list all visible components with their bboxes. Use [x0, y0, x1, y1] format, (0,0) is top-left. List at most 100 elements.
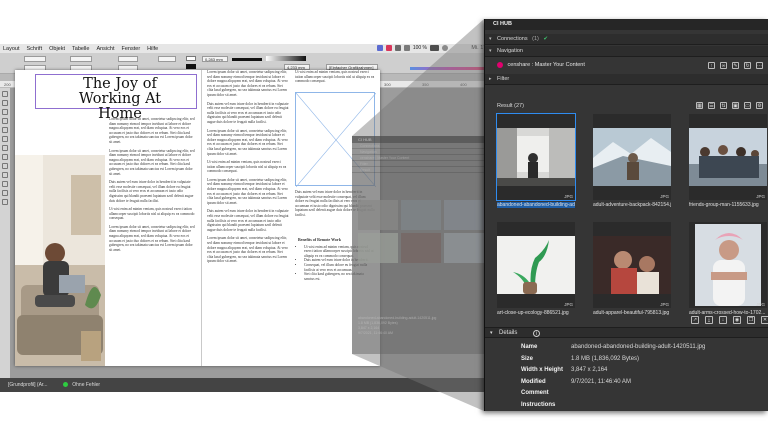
menu-schrift[interactable]: Schrift	[27, 46, 43, 52]
settings-icon[interactable]: ⚙	[756, 102, 763, 109]
file-ext: JPG	[756, 302, 765, 307]
menu-ansicht[interactable]: Ansicht	[96, 46, 114, 52]
ghost-thumb	[444, 200, 484, 230]
ghost-thumb	[401, 200, 441, 230]
paragraph: Lorem ipsum dolor sit amet, consetetur s…	[207, 128, 288, 156]
grid-view-icon[interactable]: ▦	[696, 102, 703, 109]
menu-objekt[interactable]: Objekt	[49, 46, 65, 52]
user-icon[interactable]: ◉	[733, 316, 741, 324]
sort-icon[interactable]: ⇅	[720, 102, 727, 109]
upload-icon[interactable]: ↑	[708, 62, 715, 69]
direct-selection-tool-icon[interactable]	[2, 100, 8, 106]
selection-tool-icon[interactable]	[2, 91, 8, 97]
pen-tool-icon[interactable]	[2, 127, 8, 133]
tray-app-icon[interactable]	[376, 45, 383, 51]
stroke-weight-field[interactable]: 0,283 mm	[202, 56, 228, 62]
gradient-bar[interactable]	[266, 56, 306, 61]
scissors-tool-icon[interactable]	[2, 172, 8, 178]
result-count: (27)	[514, 103, 524, 109]
line-tool-icon[interactable]	[2, 145, 8, 151]
x-field[interactable]	[24, 56, 46, 62]
more-icon[interactable]: ⋯	[756, 62, 763, 69]
paragraph: Duis autem vel eum iriure dolor in hendr…	[109, 180, 194, 203]
info-icon[interactable]: i	[533, 330, 540, 337]
asset-thumb-frame[interactable]: JPG	[593, 114, 671, 200]
right-body-column-2[interactable]: Ut wisi enim ad minim veniam, quis nostr…	[295, 70, 375, 88]
asset-tile[interactable]: JPG friends-group-man-1155633.jpg	[689, 114, 767, 208]
details-table: Name abandoned-abandoned-building-adult-1…	[521, 342, 761, 411]
select-all-icon[interactable]: ▣	[732, 102, 739, 109]
asset-thumb-frame[interactable]: JPG	[496, 113, 576, 201]
details-section[interactable]: ▾ Details i	[485, 327, 768, 338]
refresh-icon[interactable]: ↻	[744, 62, 751, 69]
width-field[interactable]	[70, 56, 92, 62]
type-tool-icon[interactable]	[2, 118, 8, 124]
asset-thumbnail	[689, 128, 767, 186]
search-icon[interactable]	[442, 45, 448, 51]
left-body-column[interactable]: Lorem ipsum dolor sit amet, consetetur s…	[109, 117, 196, 256]
expand-chevron-icon: ▸	[489, 76, 492, 82]
nav-item-censhare[interactable]: censhare : Master Your Content ↑ ∞ ✎ ↻ ⋯	[485, 58, 768, 72]
tray-wifi-icon[interactable]	[403, 45, 410, 51]
menu-bar: Layout Schrift Objekt Tabelle Ansicht Fe…	[0, 44, 498, 53]
tray-cc-icon[interactable]	[385, 45, 392, 51]
page-selector[interactable]: [Grundprofil] (Ar...	[8, 382, 47, 388]
menu-tabelle[interactable]: Tabelle	[72, 46, 89, 52]
detail-key: Instructions	[521, 401, 556, 408]
result-label: Result	[497, 103, 513, 109]
filter-section[interactable]: ▸ Filter	[485, 74, 768, 85]
menu-hilfe[interactable]: Hilfe	[147, 46, 158, 52]
asset-filename: art-close-up-ecology-886521.jpg	[497, 310, 569, 316]
rectangle-tool-icon[interactable]	[2, 163, 8, 169]
asset-tile[interactable]: JPG adult-apparel-beautiful-795813.jpg	[593, 222, 671, 316]
asset-tile[interactable]: JPG art-close-up-ecology-886521.jpg	[497, 222, 575, 316]
ghost-detail-modified: 9/7/2021, 11:46:40 AM	[358, 331, 393, 335]
link-icon[interactable]: ∞	[720, 62, 727, 69]
thumb-size-icon[interactable]: ▭	[744, 102, 751, 109]
ghost-thumb	[444, 233, 484, 263]
connected-check-icon: ✔	[543, 36, 548, 42]
ruler-tick: 200	[4, 82, 11, 87]
zoom-tool-icon[interactable]	[2, 199, 8, 205]
connections-section[interactable]: ▾ Connections (1) ✔	[485, 34, 768, 45]
list-view-icon[interactable]: ☰	[708, 102, 715, 109]
page-tool-icon[interactable]	[2, 109, 8, 115]
photo-illustration	[15, 155, 105, 366]
rotate-field[interactable]	[158, 56, 176, 62]
paragraph: Ut wisi enim ad minim veniam, quis nostr…	[109, 207, 195, 221]
download-icon[interactable]: ↓	[719, 316, 727, 324]
rectangle-frame-tool-icon[interactable]	[2, 154, 8, 160]
asset-thumb-frame[interactable]: JPG	[689, 114, 767, 200]
place-icon[interactable]: ⤓	[705, 316, 713, 324]
ruler-tick: 400	[460, 82, 467, 87]
preflight-status[interactable]: Ohne Fehler	[72, 382, 100, 388]
asset-tile[interactable]: JPG adult-adventure-backpack-842154.jpg	[593, 114, 671, 208]
menu-fenster[interactable]: Fenster	[122, 46, 141, 52]
stroke-style-bar[interactable]	[232, 58, 262, 61]
battery-icon[interactable]	[430, 45, 439, 51]
edit-icon[interactable]: ✎	[732, 62, 739, 69]
asset-thumb-frame[interactable]: JPG	[497, 222, 575, 308]
fill-swatch[interactable]	[186, 56, 196, 61]
hand-tool-icon[interactable]	[2, 190, 8, 196]
asset-tile[interactable]: JPG adult-arms-crossed-how-to-1702...	[689, 222, 767, 316]
preflight-ok-icon	[62, 382, 68, 388]
asset-tile[interactable]: JPG abandoned-abandoned-building-adult-1…	[496, 113, 576, 208]
asset-grid: JPG abandoned-abandoned-building-adult-1…	[496, 113, 767, 316]
scale-x-field[interactable]	[118, 56, 138, 62]
tray-cloud-icon[interactable]	[394, 45, 401, 51]
details-label: Details	[499, 330, 518, 336]
navigation-section[interactable]: ▾ Navigation	[485, 46, 768, 57]
asset-thumb-frame[interactable]: JPG	[689, 222, 767, 308]
asset-thumb-frame[interactable]: JPG	[593, 222, 671, 308]
delete-icon[interactable]: ✕	[761, 316, 768, 324]
placed-photo-woman-laptop[interactable]	[15, 155, 105, 366]
open-external-icon[interactable]: ↗	[691, 316, 699, 324]
spread-spine	[201, 70, 202, 366]
stroke-swatch[interactable]	[186, 64, 196, 69]
right-body-column-1[interactable]: Lorem ipsum dolor sit amet, consetetur s…	[207, 70, 289, 268]
copy-icon[interactable]: ❐	[747, 316, 755, 324]
gradient-tool-icon[interactable]	[2, 181, 8, 187]
menu-layout[interactable]: Layout	[3, 46, 20, 52]
pencil-tool-icon[interactable]	[2, 136, 8, 142]
